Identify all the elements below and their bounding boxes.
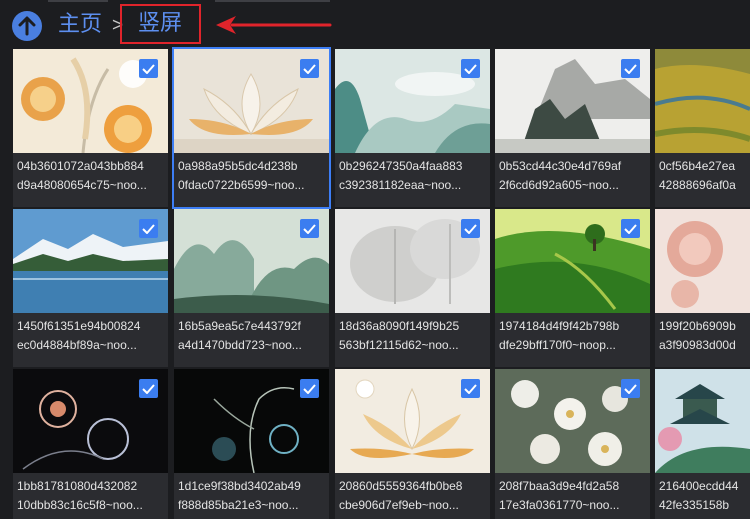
file-tile[interactable]: 208f7baa3d9e4fd2a58 17e3fa0361770~noo... [495,369,650,519]
thumbnail-image [655,209,750,313]
checkbox-checked-icon[interactable] [139,219,158,238]
file-name: 199f20b6909b a3f90983d00d [655,313,750,367]
file-tile[interactable]: 16b5a9ea5c7e443792f a4d1470bdd723~noo... [174,209,329,367]
checkbox-checked-icon[interactable] [300,219,319,238]
file-name: 0b53cd44c30e4d769af 2f6cd6d92a605~noo... [495,153,650,207]
file-name: 20860d5559364fb0be8 cbe906d7ef9eb~noo... [335,473,490,519]
checkbox-checked-icon[interactable] [621,379,640,398]
checkbox-checked-icon[interactable] [461,59,480,78]
file-name: 1d1ce9f38bd3402ab49 f888d85ba21e3~noo... [174,473,329,519]
checkbox-checked-icon[interactable] [461,219,480,238]
breadcrumb-home[interactable]: 主页 [58,12,102,38]
file-name: 0b296247350a4faa883 c392381182eaa~noo... [335,153,490,207]
file-tile[interactable]: 0cf56b4e27ea 42888696af0a [655,49,750,207]
file-tile[interactable]: 1450f61351e94b00824 ec0d4884bf89a~noo... [13,209,168,367]
file-tile[interactable]: 04b3601072a043bb884 d9a48080654c75~noo..… [13,49,168,207]
file-tile[interactable]: 20860d5559364fb0be8 cbe906d7ef9eb~noo... [335,369,490,519]
file-name: 1bb81781080d432082 10dbb83c16c5f8~noo... [13,473,168,519]
thumbnail-image [655,369,750,473]
thumbnail-image [655,49,750,153]
file-tile[interactable]: 199f20b6909b a3f90983d00d [655,209,750,367]
file-name: 16b5a9ea5c7e443792f a4d1470bdd723~noo... [174,313,329,367]
file-name: 04b3601072a043bb884 d9a48080654c75~noo..… [13,153,168,207]
breadcrumb-current[interactable]: 竖屏 [120,4,201,44]
file-tile[interactable]: 0b53cd44c30e4d769af 2f6cd6d92a605~noo... [495,49,650,207]
file-tile[interactable]: 1bb81781080d432082 10dbb83c16c5f8~noo... [13,369,168,519]
go-up-button[interactable] [12,11,42,41]
file-tile[interactable]: 216400ecdd44 42fe335158b [655,369,750,519]
checkbox-checked-icon[interactable] [461,379,480,398]
file-name: 0a988a95b5dc4d238b 0fdac0722b6599~noo... [174,153,329,207]
checkbox-checked-icon[interactable] [621,219,640,238]
file-name: 1974184d4f9f42b798b dfe29bff170f0~noop..… [495,313,650,367]
annotation-arrow-icon [216,16,332,34]
file-grid: 04b3601072a043bb884 d9a48080654c75~noo..… [0,0,750,519]
checkbox-checked-icon[interactable] [139,379,158,398]
file-name: 208f7baa3d9e4fd2a58 17e3fa0361770~noo... [495,473,650,519]
file-tile[interactable]: 0b296247350a4faa883 c392381182eaa~noo... [335,49,490,207]
file-tile[interactable]: 1974184d4f9f42b798b dfe29bff170f0~noop..… [495,209,650,367]
file-tile[interactable]: 18d36a8090f149f9b25 563bf12115d62~noo... [335,209,490,367]
file-tile[interactable]: 0a988a95b5dc4d238b 0fdac0722b6599~noo... [172,47,331,209]
file-name: 18d36a8090f149f9b25 563bf12115d62~noo... [335,313,490,367]
checkbox-checked-icon[interactable] [300,379,319,398]
file-name: 1450f61351e94b00824 ec0d4884bf89a~noo... [13,313,168,367]
file-name: 0cf56b4e27ea 42888696af0a [655,153,750,207]
checkbox-checked-icon[interactable] [621,59,640,78]
breadcrumb: 主页 > 竖屏 [0,0,750,46]
file-name: 216400ecdd44 42fe335158b [655,473,750,519]
checkbox-checked-icon[interactable] [139,59,158,78]
file-tile[interactable]: 1d1ce9f38bd3402ab49 f888d85ba21e3~noo... [174,369,329,519]
checkbox-checked-icon[interactable] [300,59,319,78]
arrow-up-icon [18,16,36,36]
